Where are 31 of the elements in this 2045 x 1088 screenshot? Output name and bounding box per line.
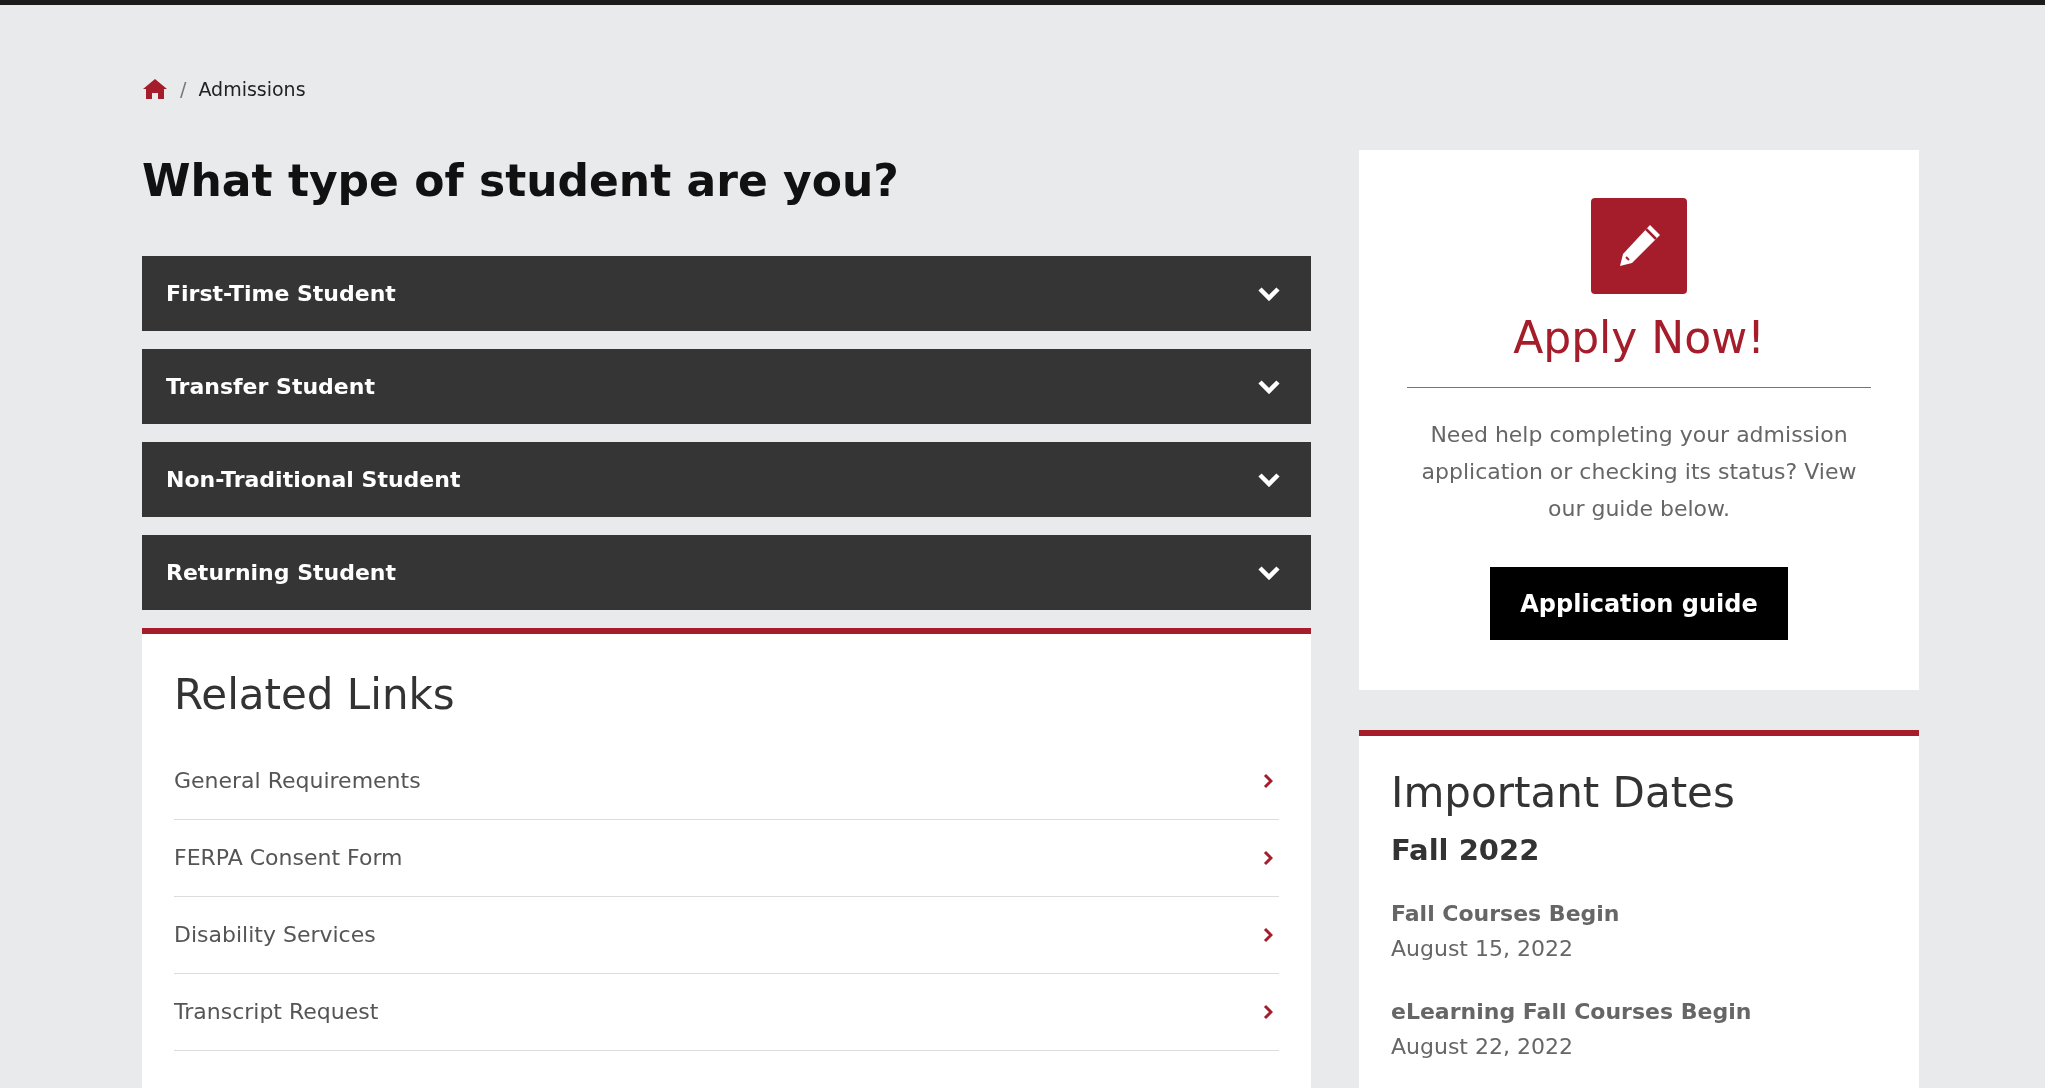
related-link[interactable]: General Requirements xyxy=(174,742,1279,820)
related-link[interactable]: Transcript Request xyxy=(174,973,1279,1051)
date-value: August 15, 2022 xyxy=(1391,936,1574,961)
application-guide-button[interactable]: Application guide xyxy=(1490,567,1788,640)
pencil-icon xyxy=(1591,198,1687,294)
chevron-right-icon xyxy=(1263,772,1273,789)
apply-title: Apply Now! xyxy=(1513,312,1765,363)
page-heading: What type of student are you? xyxy=(142,155,900,208)
related-link[interactable]: FERPA Consent Form xyxy=(174,819,1279,897)
apply-description: Need help completing your admission application or checking its status? View our guide below. xyxy=(1420,421,1858,523)
term-heading: Fall 2022 xyxy=(1391,833,1541,867)
home-icon[interactable] xyxy=(142,78,168,100)
chevron-right-icon xyxy=(1263,1003,1273,1020)
breadcrumb-separator: / xyxy=(180,78,187,100)
chevron-down-icon xyxy=(1257,471,1281,488)
chevron-down-icon xyxy=(1257,285,1281,302)
date-label: Fall Courses Begin xyxy=(1391,901,1621,926)
card-title: Related Links xyxy=(174,669,456,719)
related-link[interactable]: Disability Services xyxy=(174,896,1279,974)
chevron-down-icon xyxy=(1257,378,1281,395)
chevron-right-icon xyxy=(1263,926,1273,943)
accordion-header[interactable]: Transfer Student xyxy=(142,348,1311,424)
accordion-header[interactable]: Returning Student xyxy=(142,534,1311,610)
chevron-right-icon xyxy=(1263,849,1273,866)
chevron-down-icon xyxy=(1257,564,1281,581)
date-value: August 22, 2022 xyxy=(1391,1034,1574,1059)
accordion-header[interactable]: First-Time Student xyxy=(142,255,1311,331)
card-title: Important Dates xyxy=(1391,768,1736,817)
date-label: eLearning Fall Courses Begin xyxy=(1391,999,1753,1024)
breadcrumb-current: Admissions xyxy=(198,78,306,100)
accordion-header[interactable]: Non-Traditional Student xyxy=(142,441,1311,517)
